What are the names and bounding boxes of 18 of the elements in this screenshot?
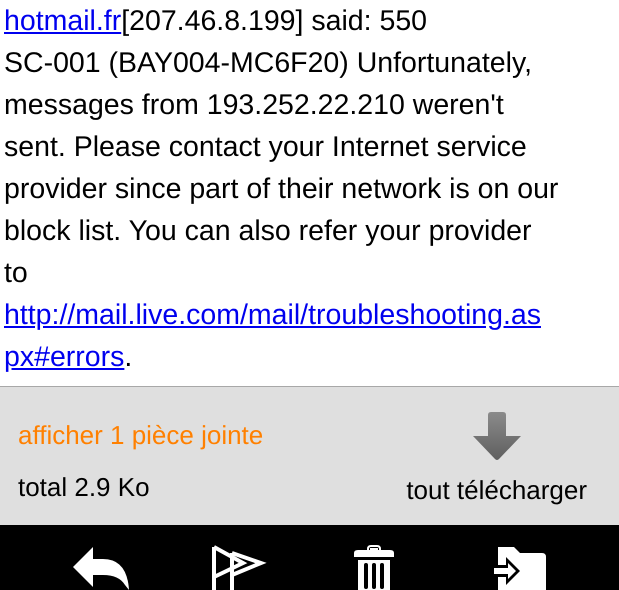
flag-button[interactable] (210, 545, 269, 590)
attachments-total-size: total 2.9 Ko (18, 471, 151, 503)
link[interactable]: http://mail.live.com/mail/troubleshooting.as (4, 294, 541, 336)
link[interactable]: hotmail.fr (4, 0, 122, 42)
message-text: [207.46.8.199] said: 550 (121, 4, 428, 39)
download-all-button[interactable]: tout télécharger (406, 387, 601, 525)
message-text: to (4, 256, 28, 291)
reply-button[interactable] (70, 545, 129, 590)
message-text: messages from 193.252.22.210 weren't (4, 88, 504, 123)
message-text: SC-001 (BAY004-MC6F20) Unfortunately, (4, 46, 532, 81)
message-text: provider since part of their network is on our (4, 172, 558, 207)
reply-arrow-icon (70, 545, 129, 590)
message-text: sent. Please contact your Internet service (4, 130, 527, 165)
download-arrow-icon (472, 412, 522, 460)
message-text: . (124, 340, 132, 375)
flag-icon (210, 545, 269, 590)
message-text: block list. You can also refer your provider (4, 214, 532, 249)
link[interactable]: px#errors (4, 336, 124, 378)
